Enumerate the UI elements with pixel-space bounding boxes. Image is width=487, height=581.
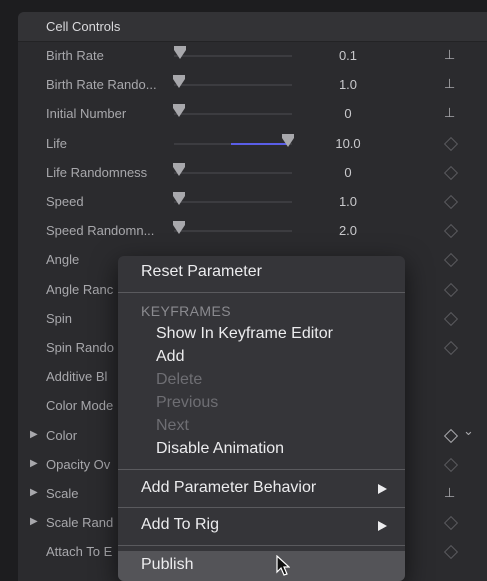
- parameter-value-field[interactable]: 0: [318, 165, 378, 180]
- slider-thumb[interactable]: [172, 162, 185, 176]
- parameter-label: Additive Bl: [46, 369, 108, 385]
- keyframe-icon[interactable]: [443, 136, 459, 151]
- parameter-label: Initial Number: [46, 106, 127, 122]
- add-keyframe-label: Add: [156, 348, 185, 365]
- menu-separator: [118, 507, 405, 508]
- menu-separator: [118, 292, 405, 293]
- menu-separator: [118, 469, 405, 470]
- keyframe-icon[interactable]: [443, 224, 459, 239]
- parameter-value-field[interactable]: 0.1: [318, 48, 378, 63]
- keyframe-icon[interactable]: [443, 516, 459, 531]
- keyframes-section-header: KEYFRAMES: [141, 303, 231, 319]
- parameter-value-field[interactable]: 0: [318, 106, 378, 121]
- chevron-down-icon[interactable]: ⌄: [463, 423, 474, 439]
- slider-thumb[interactable]: [282, 133, 295, 147]
- parameter-label: Scale Rand: [46, 515, 114, 531]
- rig-icon[interactable]: ⊥: [444, 105, 458, 120]
- publish-label: Publish: [141, 556, 194, 573]
- mouse-pointer-icon: [276, 555, 290, 576]
- slider-thumb[interactable]: [173, 46, 186, 59]
- keyframe-icon[interactable]: [443, 282, 459, 297]
- add-parameter-behavior-label: Add Parameter Behavior: [141, 479, 317, 496]
- parameter-slider[interactable]: [174, 133, 295, 147]
- add-parameter-behavior-item[interactable]: Add Parameter Behavior: [118, 475, 405, 501]
- keyframe-icon[interactable]: [443, 253, 459, 268]
- disclosure-triangle-icon[interactable]: ▶: [30, 458, 38, 469]
- parameter-slider[interactable]: [172, 192, 292, 205]
- parameter-row[interactable]: Speed Randomn... 2.0: [18, 216, 487, 245]
- reset-parameter-item[interactable]: Reset Parameter: [118, 259, 405, 285]
- publish-item[interactable]: Publish: [118, 551, 405, 581]
- parameter-value-field[interactable]: 2.0: [318, 223, 378, 238]
- disable-animation-label: Disable Animation: [156, 440, 285, 457]
- add-to-rig-item[interactable]: Add To Rig: [118, 512, 405, 538]
- parameter-label: Color Mode: [46, 398, 114, 414]
- parameter-label: Speed: [46, 194, 84, 209]
- parameter-value-field[interactable]: 1.0: [318, 77, 378, 92]
- keyframe-icon[interactable]: [443, 457, 459, 472]
- parameter-slider[interactable]: [172, 221, 292, 235]
- delete-keyframe-label: Delete: [156, 371, 203, 388]
- slider-fill: [230, 142, 289, 145]
- show-in-keyframe-editor-label: Show In Keyframe Editor: [156, 325, 333, 342]
- parameter-slider[interactable]: [172, 162, 292, 176]
- parameter-label: Opacity Ov: [46, 456, 111, 472]
- parameter-slider[interactable]: [173, 46, 292, 59]
- parameter-label: Attach To E: [46, 544, 113, 560]
- parameter-label: Life Randomness: [46, 164, 148, 180]
- parameter-slider[interactable]: [172, 75, 292, 89]
- disclosure-triangle-icon[interactable]: ▶: [30, 429, 38, 440]
- slider-thumb[interactable]: [172, 221, 185, 235]
- parameter-label: Spin Rando: [46, 340, 114, 355]
- parameter-value-field[interactable]: 1.0: [318, 194, 378, 209]
- disable-animation-item[interactable]: Disable Animation: [118, 436, 405, 462]
- rig-icon[interactable]: ⊥: [444, 485, 458, 500]
- previous-keyframe-label: Previous: [156, 394, 219, 411]
- submenu-arrow-icon: [378, 521, 387, 531]
- parameter-row[interactable]: Birth Rate Rando... 1.0 ⊥: [18, 70, 487, 99]
- parameter-label: Birth Rate: [46, 48, 104, 63]
- keyframe-icon[interactable]: [443, 340, 459, 356]
- parameter-label: Birth Rate Rando...: [46, 77, 157, 93]
- panel-title: Cell Controls: [46, 19, 121, 34]
- disclosure-triangle-icon[interactable]: ▶: [30, 487, 38, 498]
- keyframe-icon[interactable]: [443, 165, 459, 180]
- parameter-row[interactable]: Speed 1.0: [18, 187, 487, 216]
- keyframe-icon[interactable]: [443, 428, 459, 443]
- rig-icon[interactable]: ⊥: [444, 76, 458, 91]
- keyframe-icon[interactable]: [443, 194, 459, 210]
- parameter-label: Life: [46, 135, 67, 151]
- parameter-label: Angle: [46, 252, 80, 268]
- submenu-arrow-icon: [378, 484, 387, 494]
- parameter-label: Speed Randomn...: [46, 223, 155, 239]
- disclosure-triangle-icon[interactable]: ▶: [30, 516, 38, 527]
- parameter-value-field[interactable]: 10.0: [318, 136, 378, 151]
- menu-separator: [118, 545, 405, 546]
- parameter-row[interactable]: Life Randomness 0: [18, 158, 487, 187]
- cell-controls-header[interactable]: Cell Controls: [18, 12, 487, 42]
- next-keyframe-label: Next: [156, 417, 189, 434]
- parameter-row[interactable]: Initial Number 0 ⊥: [18, 99, 487, 128]
- parameter-label: Angle Ranc: [46, 281, 114, 297]
- reset-parameter-label: Reset Parameter: [141, 263, 262, 280]
- keyframe-icon[interactable]: [443, 311, 459, 326]
- parameter-row[interactable]: Life 10.0: [18, 129, 487, 158]
- context-menu: Reset Parameter KEYFRAMES Show In Keyfra…: [118, 256, 405, 581]
- parameter-slider[interactable]: [172, 104, 292, 118]
- rig-icon[interactable]: ⊥: [444, 47, 458, 62]
- parameter-label: Spin: [46, 310, 73, 326]
- parameter-row[interactable]: Birth Rate 0.1 ⊥: [18, 41, 487, 70]
- add-to-rig-label: Add To Rig: [141, 516, 219, 533]
- keyframe-icon[interactable]: [443, 545, 459, 560]
- slider-thumb[interactable]: [172, 104, 185, 118]
- slider-thumb[interactable]: [172, 75, 185, 89]
- parameter-label: Color: [46, 427, 78, 443]
- slider-thumb[interactable]: [172, 192, 185, 205]
- parameter-label: Scale: [46, 486, 79, 501]
